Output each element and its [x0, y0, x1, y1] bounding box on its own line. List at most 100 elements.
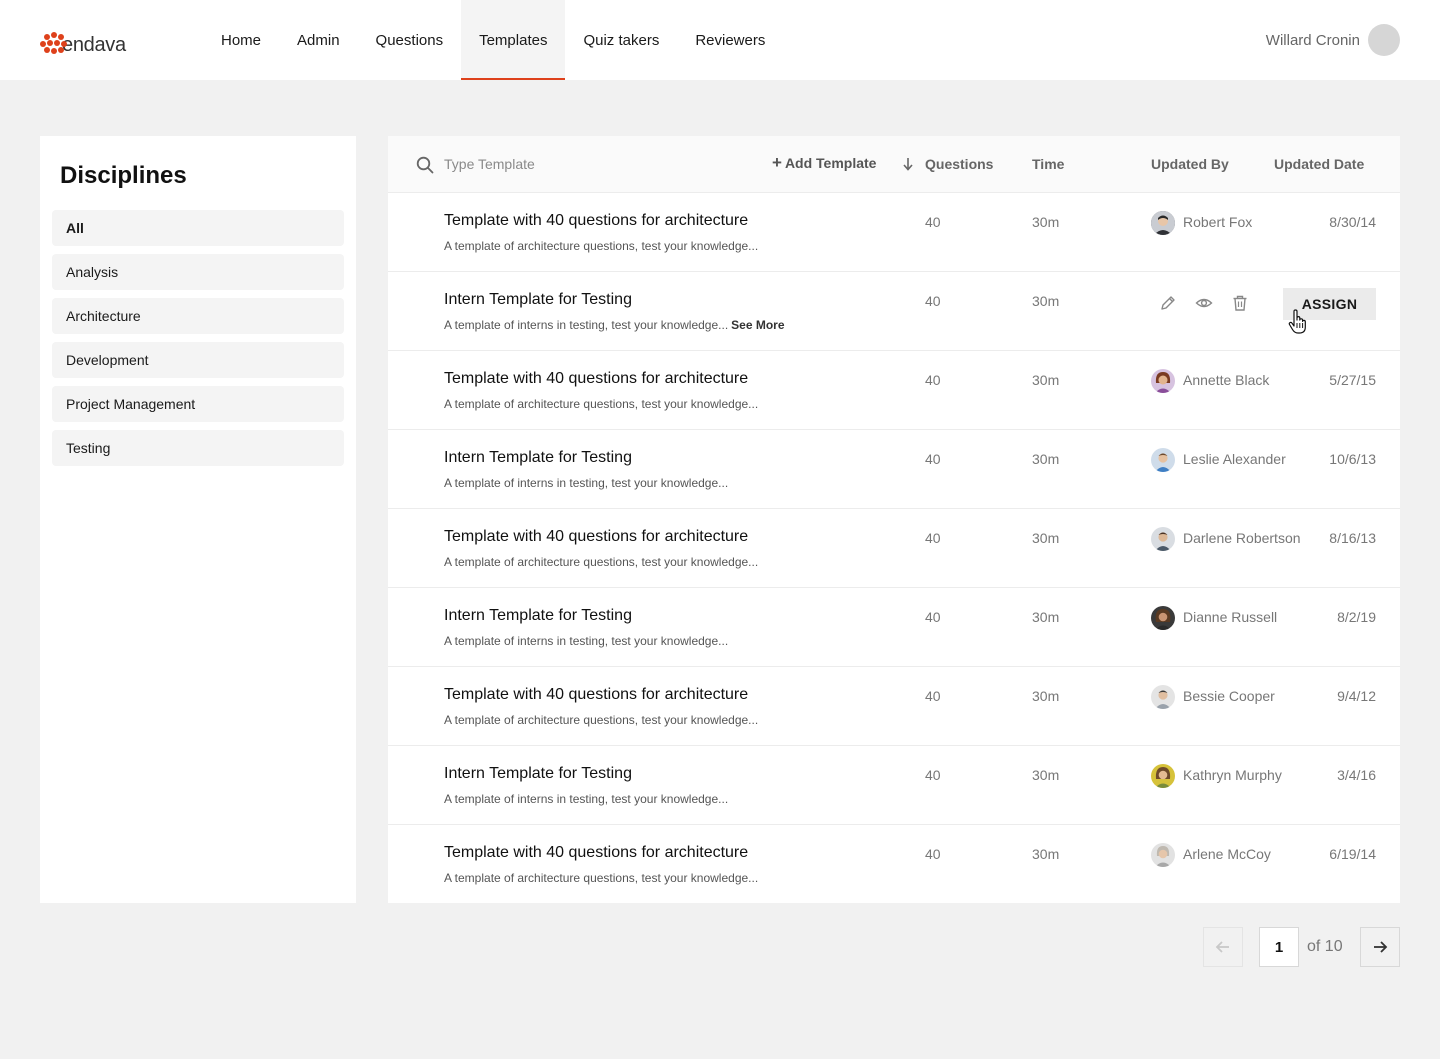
updated-date: 10/6/13	[1329, 451, 1376, 467]
updated-by-name: Kathryn Murphy	[1183, 767, 1282, 783]
updated-date: 6/19/14	[1329, 846, 1376, 862]
avatar	[1151, 448, 1175, 472]
updated-date: 8/16/13	[1329, 530, 1376, 546]
questions-count: 40	[925, 530, 941, 546]
endava-logo[interactable]: endava	[40, 24, 126, 56]
template-description: A template of interns in testing, test y…	[444, 634, 729, 648]
page-number-input[interactable]	[1259, 927, 1299, 967]
updated-by-name: Annette Black	[1183, 372, 1270, 388]
discipline-analysis[interactable]: Analysis	[52, 254, 344, 290]
nav-quiz-takers[interactable]: Quiz takers	[565, 0, 677, 80]
table-row[interactable]: Template with 40 questions for architect…	[388, 509, 1400, 588]
template-description: A template of architecture questions, te…	[444, 871, 759, 885]
template-time: 30m	[1032, 688, 1060, 704]
table-row[interactable]: Intern Template for Testing A template o…	[388, 588, 1400, 667]
updated-by-name: Arlene McCoy	[1183, 846, 1271, 862]
template-description: A template of architecture questions, te…	[444, 397, 759, 411]
template-time: 30m	[1032, 530, 1060, 546]
questions-count: 40	[925, 609, 941, 625]
main-nav: Home Admin Questions Templates Quiz take…	[203, 0, 783, 80]
edit-pencil-icon[interactable]	[1159, 294, 1177, 312]
template-time: 30m	[1032, 293, 1060, 309]
header-time[interactable]: Time	[1032, 156, 1064, 172]
delete-trash-icon[interactable]	[1231, 294, 1249, 312]
avatar	[1151, 606, 1175, 630]
table-row[interactable]: Intern Template for Testing A template o…	[388, 430, 1400, 509]
table-row[interactable]: Intern Template for Testing A template o…	[388, 272, 1400, 351]
arrow-left-icon	[1215, 941, 1229, 953]
template-search-input[interactable]	[444, 154, 744, 174]
table-row[interactable]: Intern Template for Testing A template o…	[388, 746, 1400, 825]
template-time: 30m	[1032, 451, 1060, 467]
template-title: Intern Template for Testing	[444, 765, 632, 782]
questions-count: 40	[925, 767, 941, 783]
header-questions[interactable]: Questions	[925, 156, 993, 172]
templates-table: + Add Template Questions Time Updated By…	[388, 136, 1400, 903]
add-template-button[interactable]: + Add Template	[772, 153, 877, 172]
table-row[interactable]: Template with 40 questions for architect…	[388, 825, 1400, 904]
disciplines-list: All Analysis Architecture Development Pr…	[52, 210, 344, 474]
updated-by-name: Leslie Alexander	[1183, 451, 1286, 467]
template-description: A template of architecture questions, te…	[444, 713, 759, 727]
avatar	[1151, 843, 1175, 867]
updated-by-name: Bessie Cooper	[1183, 688, 1275, 704]
questions-count: 40	[925, 372, 941, 388]
user-name: Willard Cronin	[1265, 31, 1360, 49]
updated-date: 9/4/12	[1337, 688, 1376, 704]
template-time: 30m	[1032, 767, 1060, 783]
next-page-button[interactable]	[1360, 927, 1400, 967]
disciplines-title: Disciplines	[60, 162, 187, 189]
table-row[interactable]: Template with 40 questions for architect…	[388, 193, 1400, 272]
questions-count: 40	[925, 293, 941, 309]
header-updated-date[interactable]: Updated Date	[1274, 156, 1364, 172]
nav-questions[interactable]: Questions	[358, 0, 462, 80]
avatar	[1151, 527, 1175, 551]
template-description: A template of architecture questions, te…	[444, 239, 759, 253]
avatar	[1151, 764, 1175, 788]
discipline-project-management[interactable]: Project Management	[52, 386, 344, 422]
updated-by-name: Darlene Robertson	[1183, 530, 1301, 546]
template-description: A template of interns in testing, test y…	[444, 318, 785, 332]
nav-templates[interactable]: Templates	[461, 0, 566, 80]
template-title: Intern Template for Testing	[444, 449, 632, 466]
template-time: 30m	[1032, 372, 1060, 388]
template-title: Template with 40 questions for architect…	[444, 686, 749, 703]
template-title: Template with 40 questions for architect…	[444, 370, 749, 387]
plus-icon: +	[772, 153, 782, 172]
discipline-testing[interactable]: Testing	[52, 430, 344, 466]
updated-date: 8/2/19	[1337, 609, 1376, 625]
template-title: Template with 40 questions for architect…	[444, 528, 749, 545]
template-time: 30m	[1032, 214, 1060, 230]
discipline-architecture[interactable]: Architecture	[52, 298, 344, 334]
sort-arrow-down-icon[interactable]	[902, 156, 914, 172]
view-eye-icon[interactable]	[1195, 294, 1213, 312]
avatar	[1151, 369, 1175, 393]
updated-by-name: Dianne Russell	[1183, 609, 1278, 625]
see-more-link[interactable]: See More	[731, 318, 784, 332]
template-title: Intern Template for Testing	[444, 291, 632, 308]
nav-reviewers[interactable]: Reviewers	[677, 0, 783, 80]
questions-count: 40	[925, 846, 941, 862]
discipline-development[interactable]: Development	[52, 342, 344, 378]
updated-date: 8/30/14	[1329, 214, 1376, 230]
disciplines-panel: Disciplines All Analysis Architecture De…	[40, 136, 356, 903]
questions-count: 40	[925, 688, 941, 704]
table-row[interactable]: Template with 40 questions for architect…	[388, 667, 1400, 746]
avatar	[1151, 211, 1175, 235]
header-updated-by[interactable]: Updated By	[1151, 156, 1229, 172]
page-count-label: of 10	[1307, 938, 1343, 955]
top-navigation-bar: endava Home Admin Questions Templates Qu…	[0, 0, 1440, 80]
template-title: Template with 40 questions for architect…	[444, 212, 749, 229]
user-avatar[interactable]	[1368, 24, 1400, 56]
add-template-label: Add Template	[784, 155, 877, 171]
logo-text: endava	[62, 34, 126, 56]
table-row[interactable]: Template with 40 questions for architect…	[388, 351, 1400, 430]
user-menu[interactable]: Willard Cronin	[1266, 24, 1400, 56]
nav-admin[interactable]: Admin	[279, 0, 358, 80]
template-description: A template of interns in testing, test y…	[444, 476, 729, 490]
template-description-text: A template of interns in testing, test y…	[444, 318, 729, 332]
nav-home[interactable]: Home	[203, 0, 279, 80]
previous-page-button[interactable]	[1203, 927, 1243, 967]
discipline-all[interactable]: All	[52, 210, 344, 246]
template-time: 30m	[1032, 846, 1060, 862]
